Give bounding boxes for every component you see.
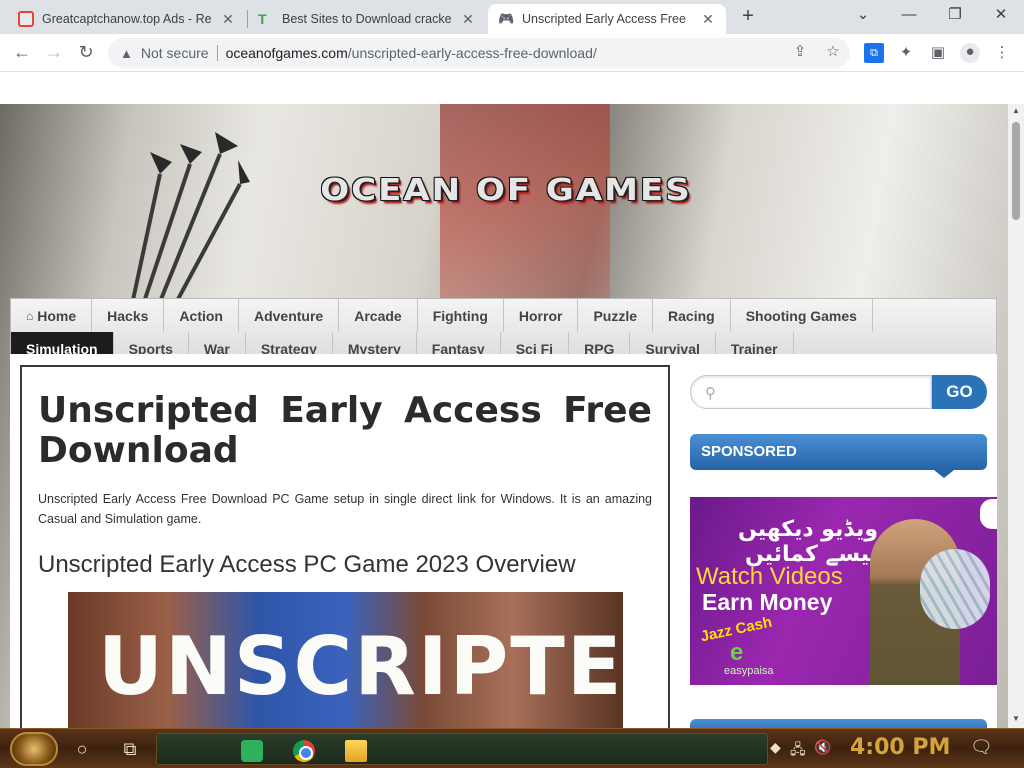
tab-title: Best Sites to Download cracke	[282, 12, 452, 26]
menu-item-action[interactable]: Action	[164, 299, 239, 332]
chrome-icon[interactable]	[293, 740, 315, 762]
page-title: Unscripted Early Access Free Download	[38, 391, 652, 471]
share-icon[interactable]: ⇪	[790, 42, 810, 62]
title-word: Access	[403, 390, 542, 431]
title-line-1: Unscripted Early Access Free	[38, 391, 652, 431]
extension-translate-icon[interactable]: ⧉	[864, 43, 884, 63]
restore-button[interactable]: ❐	[932, 0, 978, 34]
menu-item-racing[interactable]: Racing	[653, 299, 731, 332]
warning-icon[interactable]: ▲	[120, 46, 133, 61]
minimize-button[interactable]: —	[886, 0, 932, 34]
sponsored-label: SPONSORED	[701, 443, 797, 460]
menu-item-home[interactable]: ⌂ Home	[11, 299, 93, 332]
easypaisa-e-logo: e	[730, 639, 744, 666]
security-label[interactable]: Not secure	[141, 45, 209, 61]
menu-row-1: ⌂ Home Hacks Action Adventure Arcade Figh…	[11, 299, 873, 332]
taskbar-clock[interactable]: 4:00 PM	[850, 735, 950, 760]
tab-best-sites[interactable]: T Best Sites to Download cracke ✕	[248, 4, 486, 34]
sponsored-ad-banner[interactable]: ویڈیو دیکھیں پیسے کمائیں Watch Videos Ea…	[690, 497, 997, 685]
site-logo[interactable]: OCEAN OF GAMES	[296, 172, 716, 208]
notification-center-icon[interactable]: 🗨	[970, 737, 993, 758]
search-input[interactable]: ⚲	[690, 375, 932, 409]
url-domain: oceanofgames.com	[225, 45, 348, 61]
side-panel-icon[interactable]: ▣	[928, 43, 948, 63]
browser-tabstrip: Greatcaptchanow.top Ads - Re ✕ T Best Si…	[0, 0, 1024, 34]
back-button[interactable]: ←	[10, 41, 34, 65]
task-view-icon[interactable]: ⧉	[114, 733, 146, 765]
easypaisa-logo: easypaisa	[724, 665, 774, 677]
search-go-button[interactable]: GO	[932, 375, 987, 409]
tab-title: Greatcaptchanow.top Ads - Re	[42, 12, 212, 26]
browser-toolbar: ← → ↻ ▲ Not secure oceanofgames.com/unsc…	[0, 34, 1024, 72]
close-tab-icon[interactable]: ✕	[460, 11, 476, 28]
start-button[interactable]	[10, 732, 58, 766]
title-word: Free	[563, 390, 652, 431]
menu-kebab-icon[interactable]: ⋮	[992, 43, 1012, 63]
menu-item-fighting[interactable]: Fighting	[418, 299, 504, 332]
forward-button[interactable]: →	[42, 41, 66, 65]
ad-urdu-text: ویڈیو دیکھیں پیسے کمائیں	[737, 517, 878, 567]
menu-item-label: Home	[37, 307, 77, 324]
taskbar: ○ ⧉ ◆ 🖧 🔇 4:00 PM 🗨	[0, 728, 1024, 768]
ad-money-image	[920, 549, 990, 629]
bookmark-star-icon[interactable]: ☆	[823, 42, 843, 62]
volume-muted-icon[interactable]: 🔇	[814, 739, 831, 756]
search-form: ⚲ GO	[690, 375, 987, 409]
content-area: Unscripted Early Access Free Download Un…	[10, 354, 997, 728]
menu-item-adventure[interactable]: Adventure	[239, 299, 340, 332]
favicon-icon	[18, 11, 34, 27]
tray-chevron-icon[interactable]: ◆	[770, 739, 781, 756]
address-bar[interactable]: ▲ Not secure oceanofgames.com/unscripted…	[108, 38, 850, 68]
sticky-notes-icon[interactable]	[241, 740, 263, 762]
intro-paragraph: Unscripted Early Access Free Download PC…	[38, 492, 652, 526]
header-notch	[934, 470, 954, 478]
tab-search-button[interactable]: ⌄	[840, 0, 886, 34]
scroll-up-icon[interactable]: ▲	[1011, 106, 1021, 115]
home-icon: ⌂	[26, 308, 34, 323]
network-icon[interactable]: 🖧	[790, 739, 806, 763]
tab-title: Unscripted Early Access Free	[522, 12, 686, 26]
scrollbar-thumb[interactable]	[1012, 122, 1020, 220]
menu-item-hacks[interactable]: Hacks	[92, 299, 165, 332]
reload-button[interactable]: ↻	[74, 41, 98, 65]
title-word: Early	[280, 390, 383, 431]
divider	[216, 45, 218, 61]
search-icon: ⚲	[705, 385, 716, 402]
ad-headline-1: Watch Videos	[696, 563, 843, 590]
close-window-button[interactable]: ✕	[978, 0, 1024, 34]
title-word: Unscripted	[38, 390, 259, 431]
tab-unscripted[interactable]: 🎮 Unscripted Early Access Free ✕	[488, 4, 726, 34]
page-viewport: OCEAN OF GAMES ⌂ Home Hacks Action Advent…	[0, 72, 1008, 728]
close-tab-icon[interactable]: ✕	[700, 11, 716, 28]
menu-item-horror[interactable]: Horror	[504, 299, 579, 332]
menu-item-shooting-games[interactable]: Shooting Games	[731, 299, 873, 332]
extensions-puzzle-icon[interactable]: ✦	[896, 43, 916, 63]
overview-heading: Unscripted Early Access PC Game 2023 Ove…	[38, 551, 576, 578]
close-tab-icon[interactable]: ✕	[220, 11, 236, 28]
url-path: /unscripted-early-access-free-download/	[347, 45, 597, 61]
cover-title: UNSCRIPTED	[98, 620, 623, 713]
tab-greatcaptchanow[interactable]: Greatcaptchanow.top Ads - Re ✕	[8, 4, 246, 34]
arrows-decoration	[128, 132, 250, 315]
ad-badge	[980, 499, 997, 529]
title-line-2: Download	[38, 430, 239, 471]
favicon-icon: T	[258, 11, 267, 27]
cortana-icon[interactable]: ○	[66, 733, 98, 765]
sponsored-header: SPONSORED	[690, 434, 987, 478]
ad-headline-2: Earn Money	[702, 589, 833, 615]
new-tab-button[interactable]: +	[736, 5, 760, 29]
profile-avatar-icon[interactable]: ●	[960, 43, 980, 63]
article: Unscripted Early Access Free Download Un…	[20, 365, 670, 728]
page-scrollbar[interactable]: ▲ ▼	[1008, 104, 1024, 728]
game-cover-image[interactable]: UNSCRIPTED	[68, 592, 623, 728]
file-explorer-icon[interactable]	[345, 740, 367, 762]
taskbar-apps-panel	[156, 733, 768, 765]
menu-item-arcade[interactable]: Arcade	[339, 299, 418, 332]
gamepad-icon: 🎮	[498, 11, 515, 26]
menu-item-puzzle[interactable]: Puzzle	[578, 299, 654, 332]
next-widget-header	[690, 719, 987, 728]
scroll-down-icon[interactable]: ▼	[1011, 714, 1021, 723]
